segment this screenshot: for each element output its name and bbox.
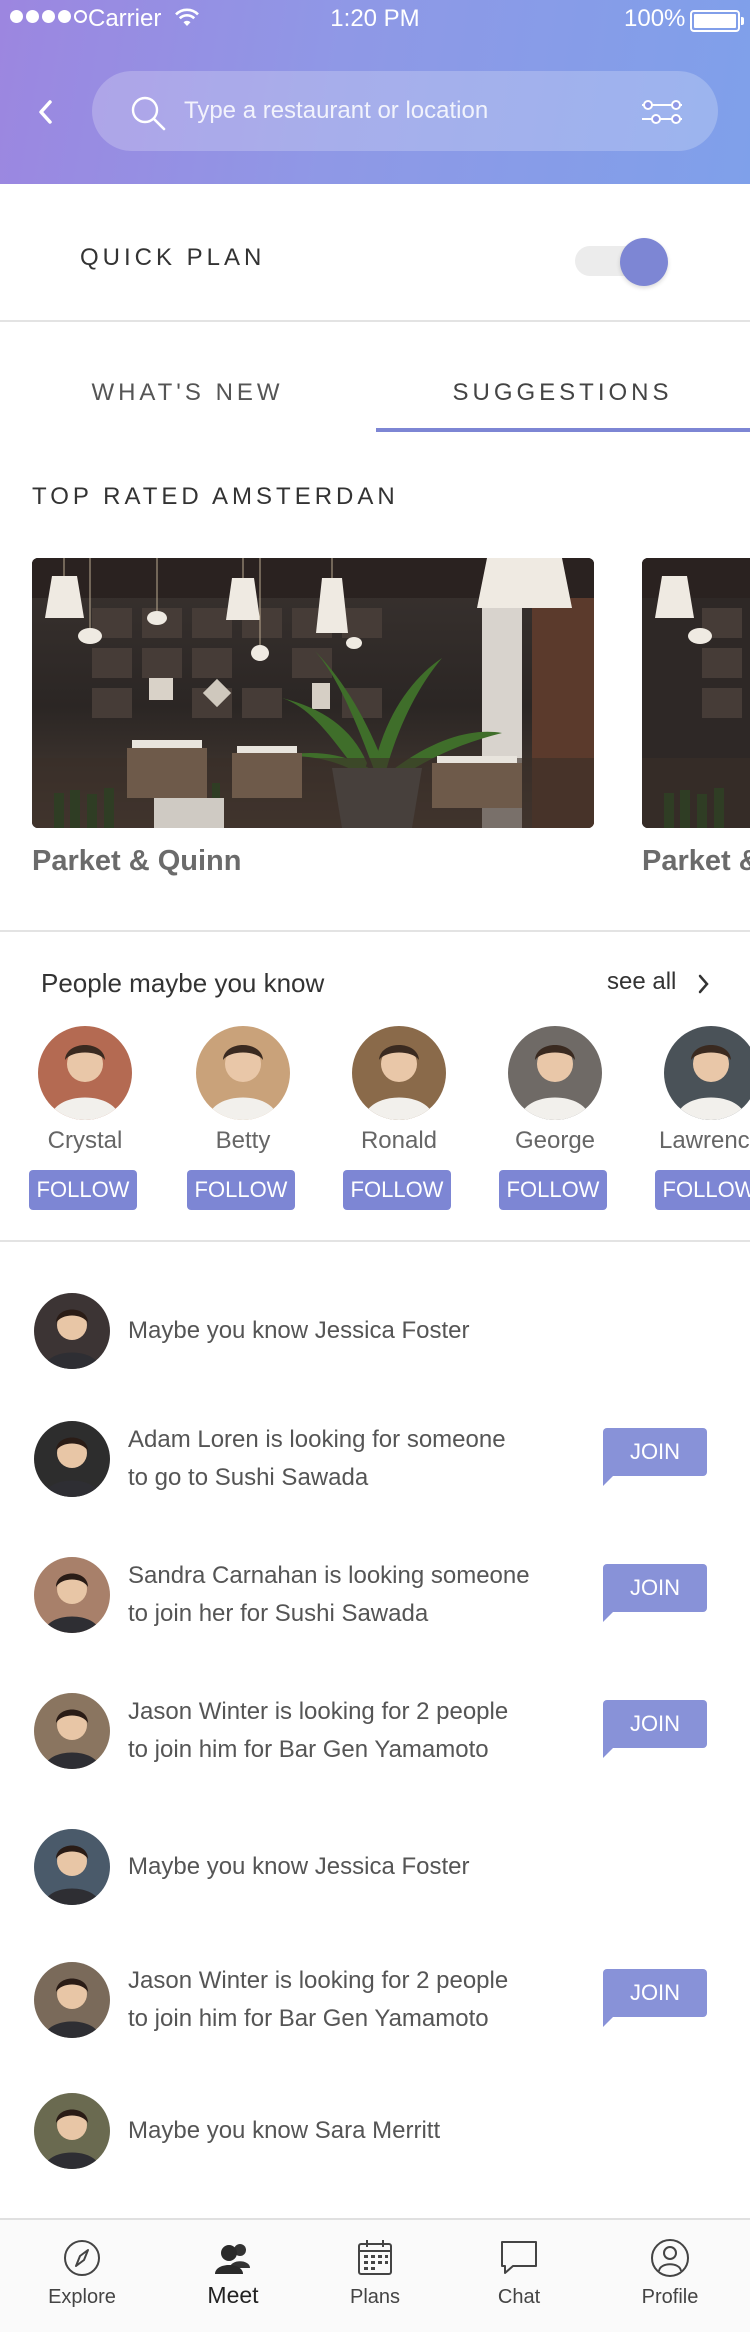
person-name: Ronald xyxy=(360,1127,438,1154)
follow-button[interactable]: FOLLOW xyxy=(29,1170,137,1210)
filter-sliders-icon[interactable] xyxy=(640,93,684,131)
compass-icon xyxy=(64,2240,100,2276)
nav-plans[interactable]: Plans xyxy=(300,2220,450,2332)
join-button[interactable]: JOIN xyxy=(603,1969,707,2027)
people-icon xyxy=(215,2244,250,2274)
search-bar[interactable] xyxy=(92,71,718,151)
search-input[interactable] xyxy=(184,93,604,129)
avatar[interactable] xyxy=(664,1026,750,1120)
activity-text: Jason Winter is looking for 2 people to j… xyxy=(128,1962,558,2038)
avatar[interactable] xyxy=(352,1026,446,1120)
search-icon xyxy=(131,96,166,131)
nav-profile[interactable]: Profile xyxy=(595,2220,745,2332)
join-button-label: JOIN xyxy=(629,1575,681,1600)
follow-button[interactable]: FOLLOW xyxy=(343,1170,451,1210)
activity-text-line: Jason Winter is looking for 2 people xyxy=(128,1967,509,1994)
avatar[interactable] xyxy=(38,1026,132,1120)
tab-whats-new[interactable]: WHAT'S NEW xyxy=(0,322,375,434)
toggle-knob xyxy=(620,238,668,286)
avatar[interactable] xyxy=(34,1557,110,1633)
activity-item: Jason Winter is looking for 2 people to j… xyxy=(0,1686,750,1776)
nav-label: Profile xyxy=(641,2286,699,2308)
activity-text-line: Sandra Carnahan is looking someone xyxy=(128,1562,530,1589)
see-all-link[interactable]: see all xyxy=(607,968,676,996)
top-rated-title: TOP RATED AMSTERDAN xyxy=(32,483,399,510)
activity-text: Maybe you know Jessica Foster xyxy=(128,1312,558,1350)
avatar[interactable] xyxy=(34,1293,110,1369)
person-name: Crystal xyxy=(47,1127,123,1154)
nav-meet[interactable]: Meet xyxy=(158,2220,308,2332)
restaurant-photo xyxy=(32,558,594,828)
restaurant-card[interactable]: Parket & Quinn xyxy=(642,558,750,888)
quick-plan-label: QUICK PLAN xyxy=(80,244,266,271)
activity-text: Maybe you know Jessica Foster xyxy=(128,1848,558,1886)
activity-item: Jason Winter is looking for 2 people to j… xyxy=(0,1955,750,2045)
follow-button[interactable]: FOLLOW xyxy=(187,1170,295,1210)
section-divider xyxy=(0,1240,750,1242)
join-button-label: JOIN xyxy=(629,1439,681,1464)
activity-text-line: to join him for Bar Gen Yamamoto xyxy=(128,2005,489,2032)
quick-plan-row: QUICK PLAN xyxy=(0,184,750,322)
nav-label: Plans xyxy=(349,2286,401,2308)
nav-label: Chat xyxy=(497,2286,541,2308)
chat-bubble-icon xyxy=(501,2241,537,2274)
battery-icon xyxy=(690,10,744,32)
nav-label: Explore xyxy=(48,2286,116,2308)
person-name: Betty xyxy=(215,1127,271,1154)
join-button-label: JOIN xyxy=(629,1980,681,2005)
bottom-nav: Explore Meet Plans Chat Profile xyxy=(0,2218,750,2332)
activity-text-line: Maybe you know Jessica Foster xyxy=(128,1317,470,1344)
join-button-label: JOIN xyxy=(629,1711,681,1736)
follow-button[interactable]: FOLLOW xyxy=(499,1170,607,1210)
person-name: Lawrence xyxy=(658,1127,750,1154)
activity-text: Sandra Carnahan is looking someone to joi… xyxy=(128,1557,558,1633)
activity-text: Maybe you know Sara Merritt xyxy=(128,2112,558,2150)
activity-item: Maybe you know Sara Merritt xyxy=(0,2086,750,2176)
activity-item: Maybe you know Jessica Foster xyxy=(0,1822,750,1912)
nav-chat[interactable]: Chat xyxy=(444,2220,594,2332)
activity-text: Adam Loren is looking for someone to go t… xyxy=(128,1421,558,1497)
quick-plan-toggle[interactable] xyxy=(575,238,668,286)
status-bar: Carrier 1:20 PM 100% xyxy=(0,0,750,40)
activity-text-line: Maybe you know Sara Merritt xyxy=(128,2117,441,2144)
avatar[interactable] xyxy=(34,1829,110,1905)
person-name: George xyxy=(514,1127,596,1154)
activity-text-line: to join him for Bar Gen Yamamoto xyxy=(128,1736,489,1763)
join-button[interactable]: JOIN xyxy=(603,1564,707,1622)
restaurant-photo xyxy=(642,558,750,828)
avatar[interactable] xyxy=(508,1026,602,1120)
follow-button[interactable]: FOLLOW xyxy=(655,1170,750,1210)
active-tab-indicator xyxy=(376,428,750,432)
people-section-title: People maybe you know xyxy=(41,968,325,998)
profile-icon xyxy=(651,2239,689,2277)
activity-text-line: to go to Sushi Sawada xyxy=(128,1464,369,1491)
tab-suggestions[interactable]: SUGGESTIONS xyxy=(375,322,750,434)
avatar[interactable] xyxy=(34,1693,110,1769)
activity-text-line: Adam Loren is looking for someone xyxy=(128,1426,506,1453)
activity-text: Jason Winter is looking for 2 people to j… xyxy=(128,1693,558,1769)
nav-explore[interactable]: Explore xyxy=(7,2220,157,2332)
calendar-icon xyxy=(358,2240,392,2275)
restaurant-name[interactable]: Parket & Quinn xyxy=(642,845,750,878)
tab-bar: WHAT'S NEW SUGGESTIONS xyxy=(0,322,750,434)
avatar[interactable] xyxy=(34,1962,110,2038)
join-button[interactable]: JOIN xyxy=(603,1428,707,1486)
activity-text-line: Jason Winter is looking for 2 people xyxy=(128,1698,509,1725)
join-button[interactable]: JOIN xyxy=(603,1700,707,1758)
battery-percentage: 100% xyxy=(624,5,686,32)
activity-item: Sandra Carnahan is looking someone to joi… xyxy=(0,1550,750,1640)
activity-item: Adam Loren is looking for someone to go t… xyxy=(0,1414,750,1504)
avatar[interactable] xyxy=(196,1026,290,1120)
header: Carrier 1:20 PM 100% xyxy=(0,0,750,184)
activity-text-line: to join her for Sushi Sawada xyxy=(128,1600,429,1627)
section-divider xyxy=(0,930,750,932)
activity-text-line: Maybe you know Jessica Foster xyxy=(128,1853,470,1880)
nav-label: Meet xyxy=(207,2282,259,2308)
restaurant-name[interactable]: Parket & Quinn xyxy=(32,845,242,878)
avatar[interactable] xyxy=(34,1421,110,1497)
avatar[interactable] xyxy=(34,2093,110,2169)
back-button[interactable] xyxy=(30,92,60,132)
activity-item: Maybe you know Jessica Foster xyxy=(0,1286,750,1376)
chevron-right-icon[interactable] xyxy=(696,972,712,996)
